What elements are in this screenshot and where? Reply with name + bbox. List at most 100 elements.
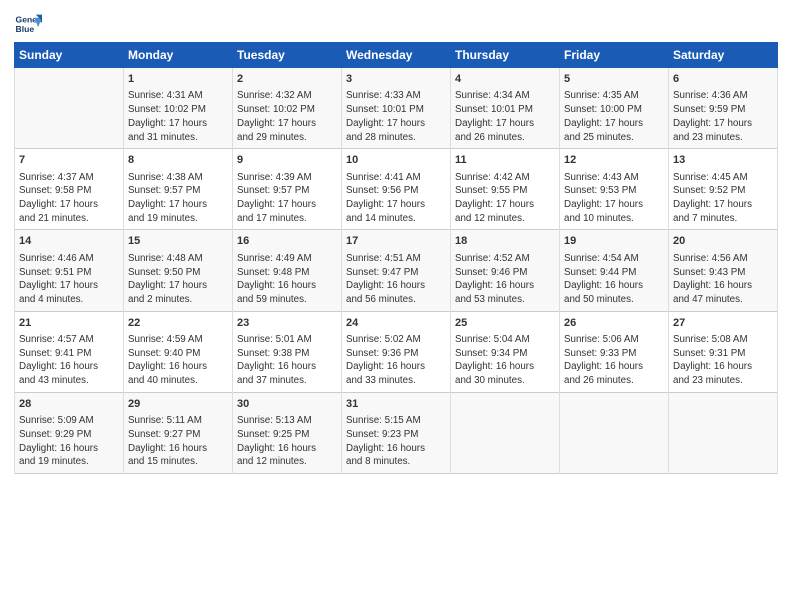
- calendar-cell: 1Sunrise: 4:31 AM Sunset: 10:02 PM Dayli…: [124, 68, 233, 149]
- cell-content: Sunrise: 4:36 AM Sunset: 9:59 PM Dayligh…: [673, 89, 773, 144]
- cell-content: Sunrise: 5:02 AM Sunset: 9:36 PM Dayligh…: [346, 333, 446, 388]
- cell-content: Sunrise: 4:32 AM Sunset: 10:02 PM Daylig…: [237, 89, 337, 144]
- date-number: 25: [455, 316, 555, 331]
- cell-content: Sunrise: 4:49 AM Sunset: 9:48 PM Dayligh…: [237, 252, 337, 307]
- cell-content: Sunrise: 4:52 AM Sunset: 9:46 PM Dayligh…: [455, 252, 555, 307]
- calendar-cell: [451, 392, 560, 473]
- cell-content: Sunrise: 4:57 AM Sunset: 9:41 PM Dayligh…: [19, 333, 119, 388]
- cell-content: Sunrise: 4:35 AM Sunset: 10:00 PM Daylig…: [564, 89, 664, 144]
- date-number: 28: [19, 397, 119, 412]
- calendar-cell: 2 Sunrise: 4:32 AM Sunset: 10:02 PM Dayli…: [233, 68, 342, 149]
- calendar-cell: 30Sunrise: 5:13 AM Sunset: 9:25 PM Dayli…: [233, 392, 342, 473]
- calendar-cell: 12 Sunrise: 4:43 AM Sunset: 9:53 PM Dayli…: [560, 149, 669, 230]
- date-number: 26: [564, 316, 664, 331]
- calendar-cell: 8 Sunrise: 4:38 AM Sunset: 9:57 PM Daylig…: [124, 149, 233, 230]
- calendar-cell: 29 Sunrise: 5:11 AM Sunset: 9:27 PM Dayli…: [124, 392, 233, 473]
- cell-content: Sunrise: 4:45 AM Sunset: 9:52 PM Dayligh…: [673, 171, 773, 226]
- calendar-cell: 19 Sunrise: 4:54 AM Sunset: 9:44 PM Dayli…: [560, 230, 669, 311]
- cell-content: Sunrise: 4:48 AM Sunset: 9:50 PM Dayligh…: [128, 252, 228, 307]
- header-row: SundayMondayTuesdayWednesdayThursdayFrid…: [15, 43, 778, 68]
- week-row-5: 28 Sunrise: 5:09 AM Sunset: 9:29 PM Dayli…: [15, 392, 778, 473]
- cell-content: Sunrise: 4:34 AM Sunset: 10:01 PM Daylig…: [455, 89, 555, 144]
- calendar-cell: 18 Sunrise: 4:52 AM Sunset: 9:46 PM Dayli…: [451, 230, 560, 311]
- week-row-1: 1Sunrise: 4:31 AM Sunset: 10:02 PM Dayli…: [15, 68, 778, 149]
- calendar-table: SundayMondayTuesdayWednesdayThursdayFrid…: [14, 42, 778, 474]
- calendar-cell: 28 Sunrise: 5:09 AM Sunset: 9:29 PM Dayli…: [15, 392, 124, 473]
- logo: General Blue: [14, 10, 42, 38]
- date-number: 30: [237, 397, 337, 412]
- date-number: 31: [346, 397, 446, 412]
- date-number: 19: [564, 234, 664, 249]
- week-row-4: 21Sunrise: 4:57 AM Sunset: 9:41 PM Dayli…: [15, 311, 778, 392]
- cell-content: Sunrise: 4:31 AM Sunset: 10:02 PM Daylig…: [128, 89, 228, 144]
- date-number: 18: [455, 234, 555, 249]
- calendar-cell: [560, 392, 669, 473]
- col-header-tuesday: Tuesday: [233, 43, 342, 68]
- cell-content: Sunrise: 4:33 AM Sunset: 10:01 PM Daylig…: [346, 89, 446, 144]
- date-number: 16: [237, 234, 337, 249]
- cell-content: Sunrise: 5:08 AM Sunset: 9:31 PM Dayligh…: [673, 333, 773, 388]
- col-header-sunday: Sunday: [15, 43, 124, 68]
- calendar-cell: 27 Sunrise: 5:08 AM Sunset: 9:31 PM Dayli…: [669, 311, 778, 392]
- logo-icon: General Blue: [14, 10, 42, 38]
- calendar-cell: 3 Sunrise: 4:33 AM Sunset: 10:01 PM Dayli…: [342, 68, 451, 149]
- date-number: 3: [346, 72, 446, 87]
- col-header-thursday: Thursday: [451, 43, 560, 68]
- cell-content: Sunrise: 4:37 AM Sunset: 9:58 PM Dayligh…: [19, 171, 119, 226]
- calendar-cell: 26Sunrise: 5:06 AM Sunset: 9:33 PM Dayli…: [560, 311, 669, 392]
- calendar-cell: 7Sunrise: 4:37 AM Sunset: 9:58 PM Daylig…: [15, 149, 124, 230]
- date-number: 20: [673, 234, 773, 249]
- calendar-cell: 16 Sunrise: 4:49 AM Sunset: 9:48 PM Dayli…: [233, 230, 342, 311]
- date-number: 12: [564, 153, 664, 168]
- calendar-cell: 5 Sunrise: 4:35 AM Sunset: 10:00 PM Dayli…: [560, 68, 669, 149]
- date-number: 10: [346, 153, 446, 168]
- date-number: 24: [346, 316, 446, 331]
- col-header-friday: Friday: [560, 43, 669, 68]
- date-number: 23: [237, 316, 337, 331]
- cell-content: Sunrise: 4:59 AM Sunset: 9:40 PM Dayligh…: [128, 333, 228, 388]
- calendar-cell: 4 Sunrise: 4:34 AM Sunset: 10:01 PM Dayli…: [451, 68, 560, 149]
- cell-content: Sunrise: 5:04 AM Sunset: 9:34 PM Dayligh…: [455, 333, 555, 388]
- calendar-cell: 13Sunrise: 4:45 AM Sunset: 9:52 PM Dayli…: [669, 149, 778, 230]
- calendar-cell: 10 Sunrise: 4:41 AM Sunset: 9:56 PM Dayli…: [342, 149, 451, 230]
- cell-content: Sunrise: 4:54 AM Sunset: 9:44 PM Dayligh…: [564, 252, 664, 307]
- cell-content: Sunrise: 4:41 AM Sunset: 9:56 PM Dayligh…: [346, 171, 446, 226]
- calendar-cell: 20 Sunrise: 4:56 AM Sunset: 9:43 PM Dayli…: [669, 230, 778, 311]
- col-header-wednesday: Wednesday: [342, 43, 451, 68]
- week-row-3: 14Sunrise: 4:46 AM Sunset: 9:51 PM Dayli…: [15, 230, 778, 311]
- date-number: 29: [128, 397, 228, 412]
- calendar-cell: 24 Sunrise: 5:02 AM Sunset: 9:36 PM Dayli…: [342, 311, 451, 392]
- date-number: 27: [673, 316, 773, 331]
- calendar-cell: 25 Sunrise: 5:04 AM Sunset: 9:34 PM Dayli…: [451, 311, 560, 392]
- date-number: 17: [346, 234, 446, 249]
- calendar-cell: 31Sunrise: 5:15 AM Sunset: 9:23 PM Dayli…: [342, 392, 451, 473]
- cell-content: Sunrise: 4:42 AM Sunset: 9:55 PM Dayligh…: [455, 171, 555, 226]
- date-number: 2: [237, 72, 337, 87]
- cell-content: Sunrise: 4:56 AM Sunset: 9:43 PM Dayligh…: [673, 252, 773, 307]
- cell-content: Sunrise: 5:01 AM Sunset: 9:38 PM Dayligh…: [237, 333, 337, 388]
- calendar-cell: 22 Sunrise: 4:59 AM Sunset: 9:40 PM Dayli…: [124, 311, 233, 392]
- date-number: 22: [128, 316, 228, 331]
- date-number: 5: [564, 72, 664, 87]
- calendar-cell: 21Sunrise: 4:57 AM Sunset: 9:41 PM Dayli…: [15, 311, 124, 392]
- calendar-cell: 17Sunrise: 4:51 AM Sunset: 9:47 PM Dayli…: [342, 230, 451, 311]
- week-row-2: 7Sunrise: 4:37 AM Sunset: 9:58 PM Daylig…: [15, 149, 778, 230]
- svg-text:Blue: Blue: [16, 24, 35, 34]
- cell-content: Sunrise: 5:11 AM Sunset: 9:27 PM Dayligh…: [128, 414, 228, 469]
- date-number: 4: [455, 72, 555, 87]
- cell-content: Sunrise: 4:43 AM Sunset: 9:53 PM Dayligh…: [564, 171, 664, 226]
- cell-content: Sunrise: 5:09 AM Sunset: 9:29 PM Dayligh…: [19, 414, 119, 469]
- calendar-cell: 23 Sunrise: 5:01 AM Sunset: 9:38 PM Dayli…: [233, 311, 342, 392]
- cell-content: Sunrise: 4:38 AM Sunset: 9:57 PM Dayligh…: [128, 171, 228, 226]
- calendar-cell: [669, 392, 778, 473]
- date-number: 6: [673, 72, 773, 87]
- date-number: 8: [128, 153, 228, 168]
- calendar-cell: 6 Sunrise: 4:36 AM Sunset: 9:59 PM Daylig…: [669, 68, 778, 149]
- cell-content: Sunrise: 4:46 AM Sunset: 9:51 PM Dayligh…: [19, 252, 119, 307]
- calendar-cell: [15, 68, 124, 149]
- header: General Blue: [14, 10, 778, 38]
- date-number: 15: [128, 234, 228, 249]
- date-number: 9: [237, 153, 337, 168]
- col-header-monday: Monday: [124, 43, 233, 68]
- calendar-cell: 11Sunrise: 4:42 AM Sunset: 9:55 PM Dayli…: [451, 149, 560, 230]
